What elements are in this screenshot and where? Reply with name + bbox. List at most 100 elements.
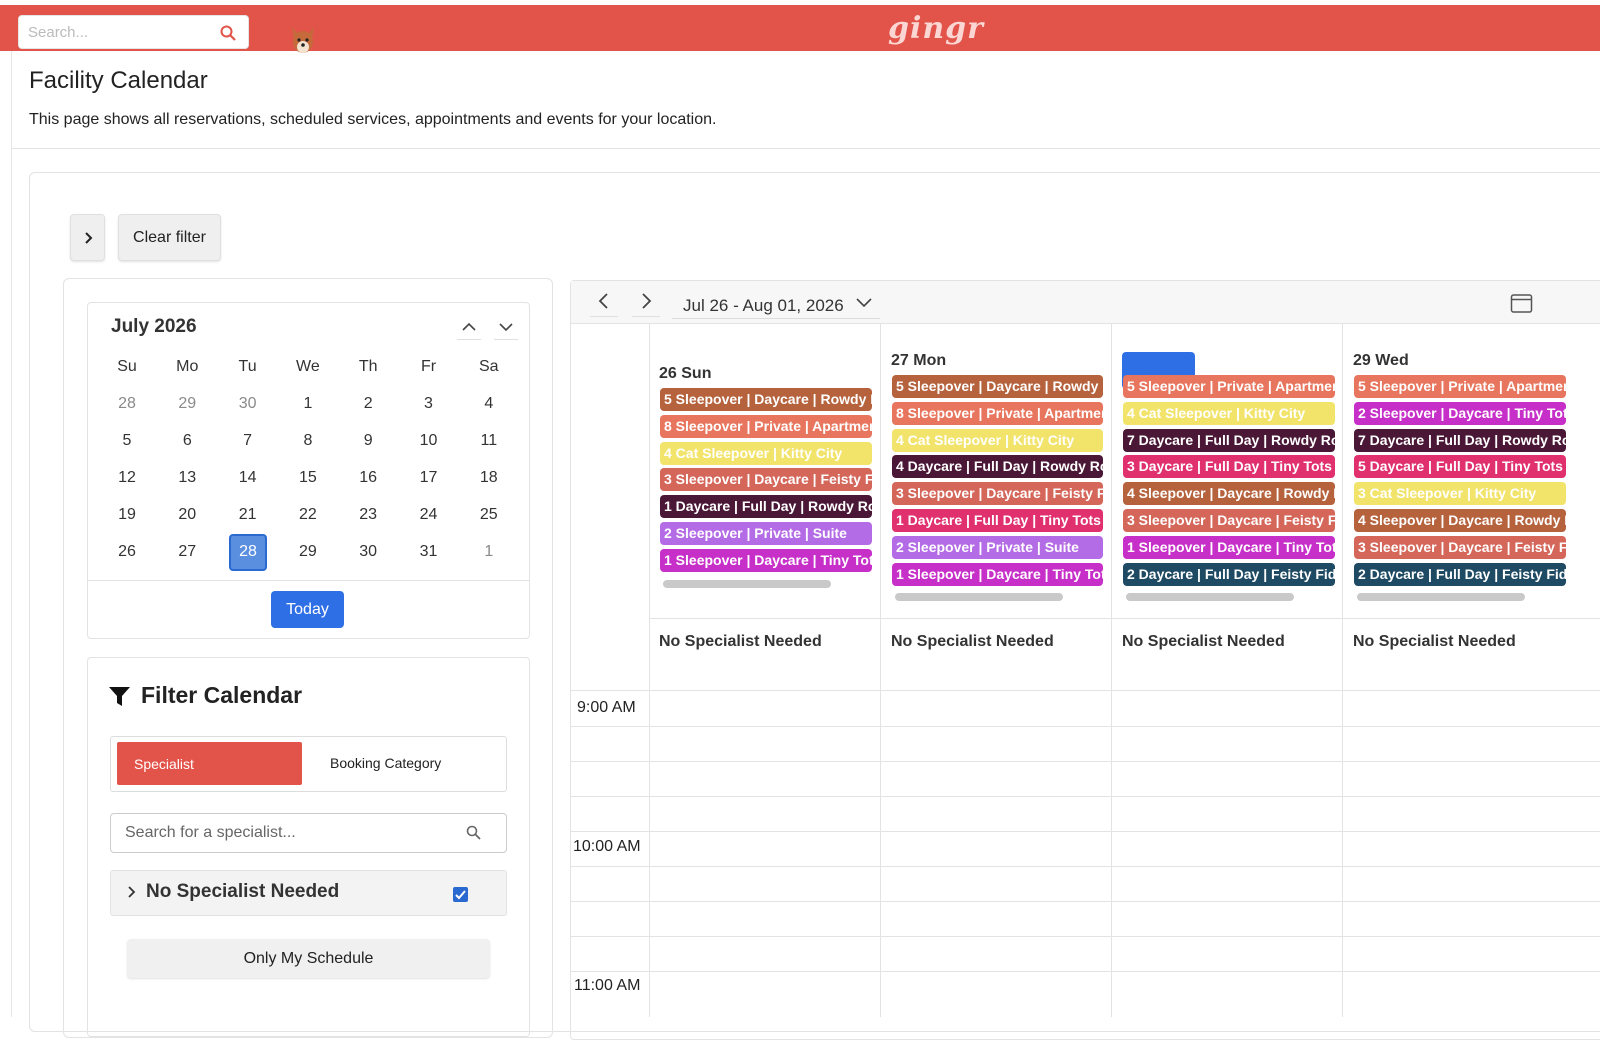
mini-calendar-day[interactable]: 27 (157, 543, 217, 561)
day-header[interactable]: 29 Wed (1353, 352, 1409, 370)
mini-calendar-day[interactable]: 14 (218, 469, 278, 487)
mini-calendar-day[interactable]: 11 (459, 432, 519, 450)
event-chip[interactable]: 2 Sleepover | Private | Suite (660, 522, 872, 545)
event-chip[interactable]: 2 Sleepover | Private | Suite (892, 535, 1103, 559)
event-chip[interactable]: 1 Daycare | Full Day | Rowdy Rollers (660, 495, 872, 519)
gingr-logo[interactable]: gingr (888, 11, 984, 46)
event-chip[interactable]: 4 Sleepover | Daycare | Rowdy Rollers (1123, 482, 1335, 506)
dow-label: Fr (420, 358, 437, 375)
event-chip[interactable]: 1 Sleepover | Daycare | Tiny Tots (660, 548, 872, 572)
mini-calendar-day[interactable]: 18 (459, 469, 519, 487)
only-my-schedule-button[interactable]: Only My Schedule (127, 939, 490, 978)
event-chip[interactable]: 3 Sleepover | Daycare | Feisty Fidos (892, 482, 1103, 506)
horizontal-scrollbar[interactable] (1126, 593, 1294, 602)
chevron-down-icon[interactable] (856, 298, 872, 308)
date-range-selector[interactable]: Jul 26 - Aug 01, 2026 (683, 296, 844, 316)
event-chip[interactable]: 5 Sleepover | Private | Apartment (1354, 375, 1566, 398)
mini-calendar-day[interactable]: 10 (399, 432, 459, 450)
mini-calendar-day[interactable]: 30 (338, 543, 398, 561)
search-icon[interactable] (220, 25, 236, 41)
chevron-up-icon (462, 322, 476, 331)
mini-calendar-day[interactable]: 23 (338, 506, 398, 524)
mini-calendar-day[interactable]: 26 (97, 543, 157, 561)
mini-calendar-day[interactable]: 3 (399, 395, 459, 413)
mini-calendar-day[interactable]: 5 (97, 432, 157, 450)
next-week-button[interactable] (632, 289, 660, 317)
event-chip[interactable]: 8 Sleepover | Private | Apartment (892, 401, 1103, 425)
event-chip[interactable]: 3 Cat Sleepover | Kitty City (1354, 482, 1566, 506)
mini-calendar-day[interactable]: 29 (157, 395, 217, 413)
event-chip[interactable]: 8 Sleepover | Private | Apartment (660, 414, 872, 438)
specialist-checkbox[interactable] (453, 887, 468, 902)
day-header[interactable]: 26 Sun (659, 365, 711, 383)
mini-calendar-day[interactable]: 20 (157, 506, 217, 524)
mini-calendar-title: July 2026 (111, 316, 197, 337)
next-month-button[interactable] (494, 316, 518, 340)
event-chip[interactable]: 5 Sleepover | Daycare | Rowdy Rollers (660, 388, 872, 411)
chevron-right-icon[interactable] (126, 886, 136, 898)
day-header[interactable]: 27 Mon (891, 352, 946, 370)
event-chip[interactable]: 4 Cat Sleepover | Kitty City (892, 428, 1103, 452)
toggle-sidebar-button[interactable] (70, 214, 105, 261)
mini-calendar-day[interactable]: 6 (157, 432, 217, 450)
mini-calendar-day[interactable]: 8 (278, 432, 338, 450)
mini-calendar-day[interactable]: 7 (218, 432, 278, 450)
event-chip[interactable]: 7 Daycare | Full Day | Rowdy Rollers (1354, 428, 1566, 452)
specialist-item-label: No Specialist Needed (146, 881, 340, 902)
event-chip[interactable]: 1 Sleepover | Daycare | Tiny Tots (892, 562, 1103, 586)
event-chip[interactable]: 1 Daycare | Full Day | Tiny Tots (892, 509, 1103, 532)
mini-calendar-day[interactable]: 28 (97, 395, 157, 413)
mini-calendar-day[interactable]: 24 (399, 506, 459, 524)
mini-calendar-day[interactable]: 13 (157, 469, 217, 487)
prev-month-button[interactable] (457, 316, 481, 340)
mini-calendar-day[interactable]: 30 (218, 395, 278, 413)
mini-calendar-day[interactable]: 21 (218, 506, 278, 524)
mini-calendar-day[interactable]: 12 (97, 469, 157, 487)
tab-specialist[interactable]: Specialist (117, 742, 302, 785)
chevron-left-icon (598, 293, 608, 309)
prev-week-button[interactable] (590, 289, 618, 317)
mini-calendar-day[interactable]: 31 (399, 543, 459, 561)
tab-booking-category[interactable]: Booking Category (330, 755, 441, 771)
mini-calendar-day[interactable]: 2 (338, 395, 398, 413)
event-chip[interactable]: 2 Sleepover | Daycare | Tiny Tots (1354, 401, 1566, 425)
event-chip[interactable]: 4 Sleepover | Daycare | Rowdy Rollers (1354, 509, 1566, 532)
event-chip[interactable]: 3 Sleepover | Daycare | Feisty Fidos (1354, 535, 1566, 559)
event-chip[interactable]: 2 Daycare | Full Day | Feisty Fidos (1354, 562, 1566, 586)
event-chip[interactable]: 4 Daycare | Full Day | Rowdy Rollers (892, 455, 1103, 479)
today-button[interactable]: Today (271, 591, 344, 628)
mini-calendar-day[interactable]: 19 (97, 506, 157, 524)
global-search-input[interactable]: Search... (18, 15, 249, 49)
mini-calendar-day-selected[interactable]: 28 (229, 534, 267, 571)
event-chip[interactable]: 5 Sleepover | Daycare | Rowdy Rollers (892, 375, 1103, 398)
mini-calendar-day[interactable]: 29 (278, 543, 338, 561)
event-chip[interactable]: 3 Sleepover | Daycare | Feisty Fidos (660, 468, 872, 492)
time-label: 9:00 AM (577, 699, 636, 716)
event-chip[interactable]: 2 Daycare | Full Day | Feisty Fidos (1123, 562, 1335, 586)
mini-calendar-day[interactable]: 16 (338, 469, 398, 487)
mini-calendar-day[interactable]: 15 (278, 469, 338, 487)
event-chip[interactable]: 3 Sleepover | Daycare | Feisty Fidos (1123, 509, 1335, 532)
mini-calendar-day[interactable]: 4 (459, 395, 519, 413)
event-chip[interactable]: 4 Cat Sleepover | Kitty City (660, 441, 872, 465)
mini-calendar-day[interactable]: 25 (459, 506, 519, 524)
calendar-icon[interactable] (1510, 292, 1533, 314)
specialist-search-input[interactable]: Search for a specialist... (110, 813, 507, 853)
event-chip[interactable]: 4 Cat Sleepover | Kitty City (1123, 401, 1335, 425)
horizontal-scrollbar[interactable] (895, 593, 1063, 602)
mini-calendar-day[interactable]: 9 (338, 432, 398, 450)
event-chip[interactable]: 5 Daycare | Full Day | Tiny Tots (1354, 455, 1566, 479)
mini-calendar-day[interactable]: 17 (399, 469, 459, 487)
mini-calendar-day[interactable]: 1 (278, 395, 338, 413)
event-chip[interactable]: 3 Daycare | Full Day | Tiny Tots (1123, 455, 1335, 479)
event-chip[interactable]: 1 Sleepover | Daycare | Tiny Tots (1123, 535, 1335, 559)
event-chip[interactable]: 5 Sleepover | Private | Apartment (1123, 375, 1335, 398)
horizontal-scrollbar[interactable] (1357, 593, 1525, 602)
horizontal-scrollbar[interactable] (663, 579, 831, 588)
event-chip[interactable]: 7 Daycare | Full Day | Rowdy Rollers (1123, 428, 1335, 452)
chevron-down-icon (499, 323, 513, 332)
mini-calendar-day[interactable]: 1 (459, 543, 519, 561)
dow-label: Mo (176, 358, 199, 375)
clear-filter-button[interactable]: Clear filter (118, 214, 221, 261)
mini-calendar-day[interactable]: 22 (278, 506, 338, 524)
